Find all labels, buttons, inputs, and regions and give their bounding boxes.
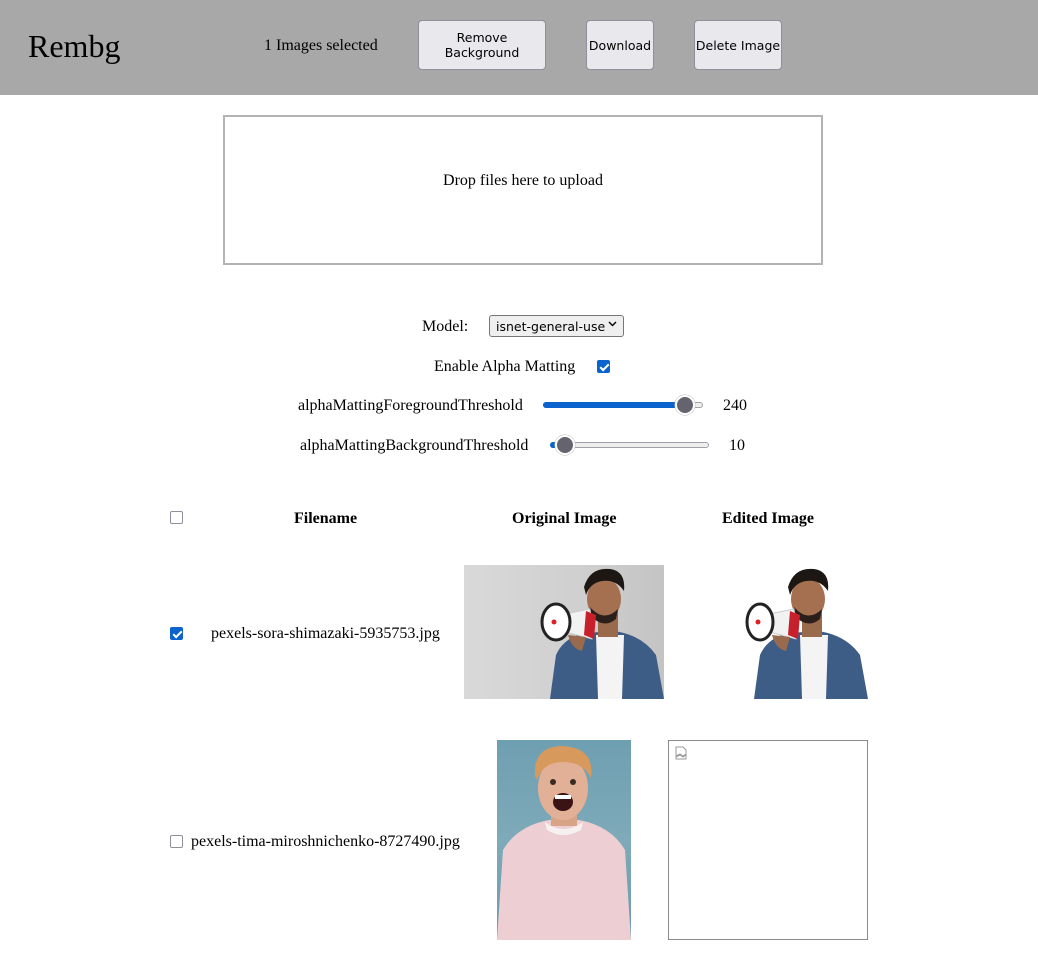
background-threshold-value: 10 — [729, 437, 745, 454]
app-header: Rembg 1 Images selected Remove Backgroun… — [0, 0, 1038, 95]
broken-image-icon — [675, 746, 687, 760]
edited-image-thumbnail — [742, 565, 868, 699]
man-shouting-pink-shirt-photo — [497, 746, 631, 940]
man-with-megaphone-background-removed — [745, 568, 868, 699]
background-threshold-slider[interactable] — [550, 435, 709, 455]
original-image-thumbnail — [497, 740, 631, 940]
foreground-threshold-value: 240 — [723, 397, 747, 414]
foreground-threshold-label: alphaMattingForegroundThreshold — [298, 397, 523, 414]
original-image-thumbnail — [464, 565, 664, 699]
slider-thumb[interactable] — [674, 395, 695, 415]
slider-fill — [543, 402, 685, 408]
row-select-checkbox[interactable] — [170, 835, 183, 848]
model-label: Model: — [422, 318, 469, 335]
column-header-original-image: Original Image — [512, 510, 617, 527]
foreground-threshold-slider[interactable] — [543, 395, 703, 415]
delete-image-button[interactable]: Delete Image — [694, 20, 782, 70]
column-header-filename: Filename — [294, 510, 358, 527]
background-threshold-label: alphaMattingBackgroundThreshold — [300, 437, 529, 454]
alpha-matting-checkbox[interactable] — [597, 360, 610, 373]
app-title: Rembg — [28, 28, 121, 64]
model-selected-value: isnet-general-use — [496, 318, 606, 334]
column-header-edited-image: Edited Image — [722, 510, 814, 527]
upload-dropzone[interactable]: Drop files here to upload — [223, 115, 823, 265]
filename-cell: pexels-tima-miroshnichenko-8727490.jpg — [191, 833, 460, 850]
selection-status: 1 Images selected — [264, 37, 378, 54]
man-with-megaphone-photo — [540, 568, 664, 699]
row-select-checkbox[interactable] — [170, 627, 183, 640]
filename-cell: pexels-sora-shimazaki-5935753.jpg — [211, 625, 440, 642]
edited-image-placeholder — [668, 740, 868, 940]
chevron-down-icon — [608, 319, 617, 330]
alpha-matting-label: Enable Alpha Matting — [434, 358, 576, 375]
select-all-checkbox[interactable] — [170, 511, 183, 524]
model-select[interactable]: isnet-general-use — [489, 315, 624, 337]
download-button[interactable]: Download — [586, 20, 654, 70]
remove-background-button[interactable]: Remove Background — [418, 20, 546, 70]
upload-prompt: Drop files here to upload — [443, 172, 603, 189]
slider-thumb[interactable] — [555, 435, 576, 455]
